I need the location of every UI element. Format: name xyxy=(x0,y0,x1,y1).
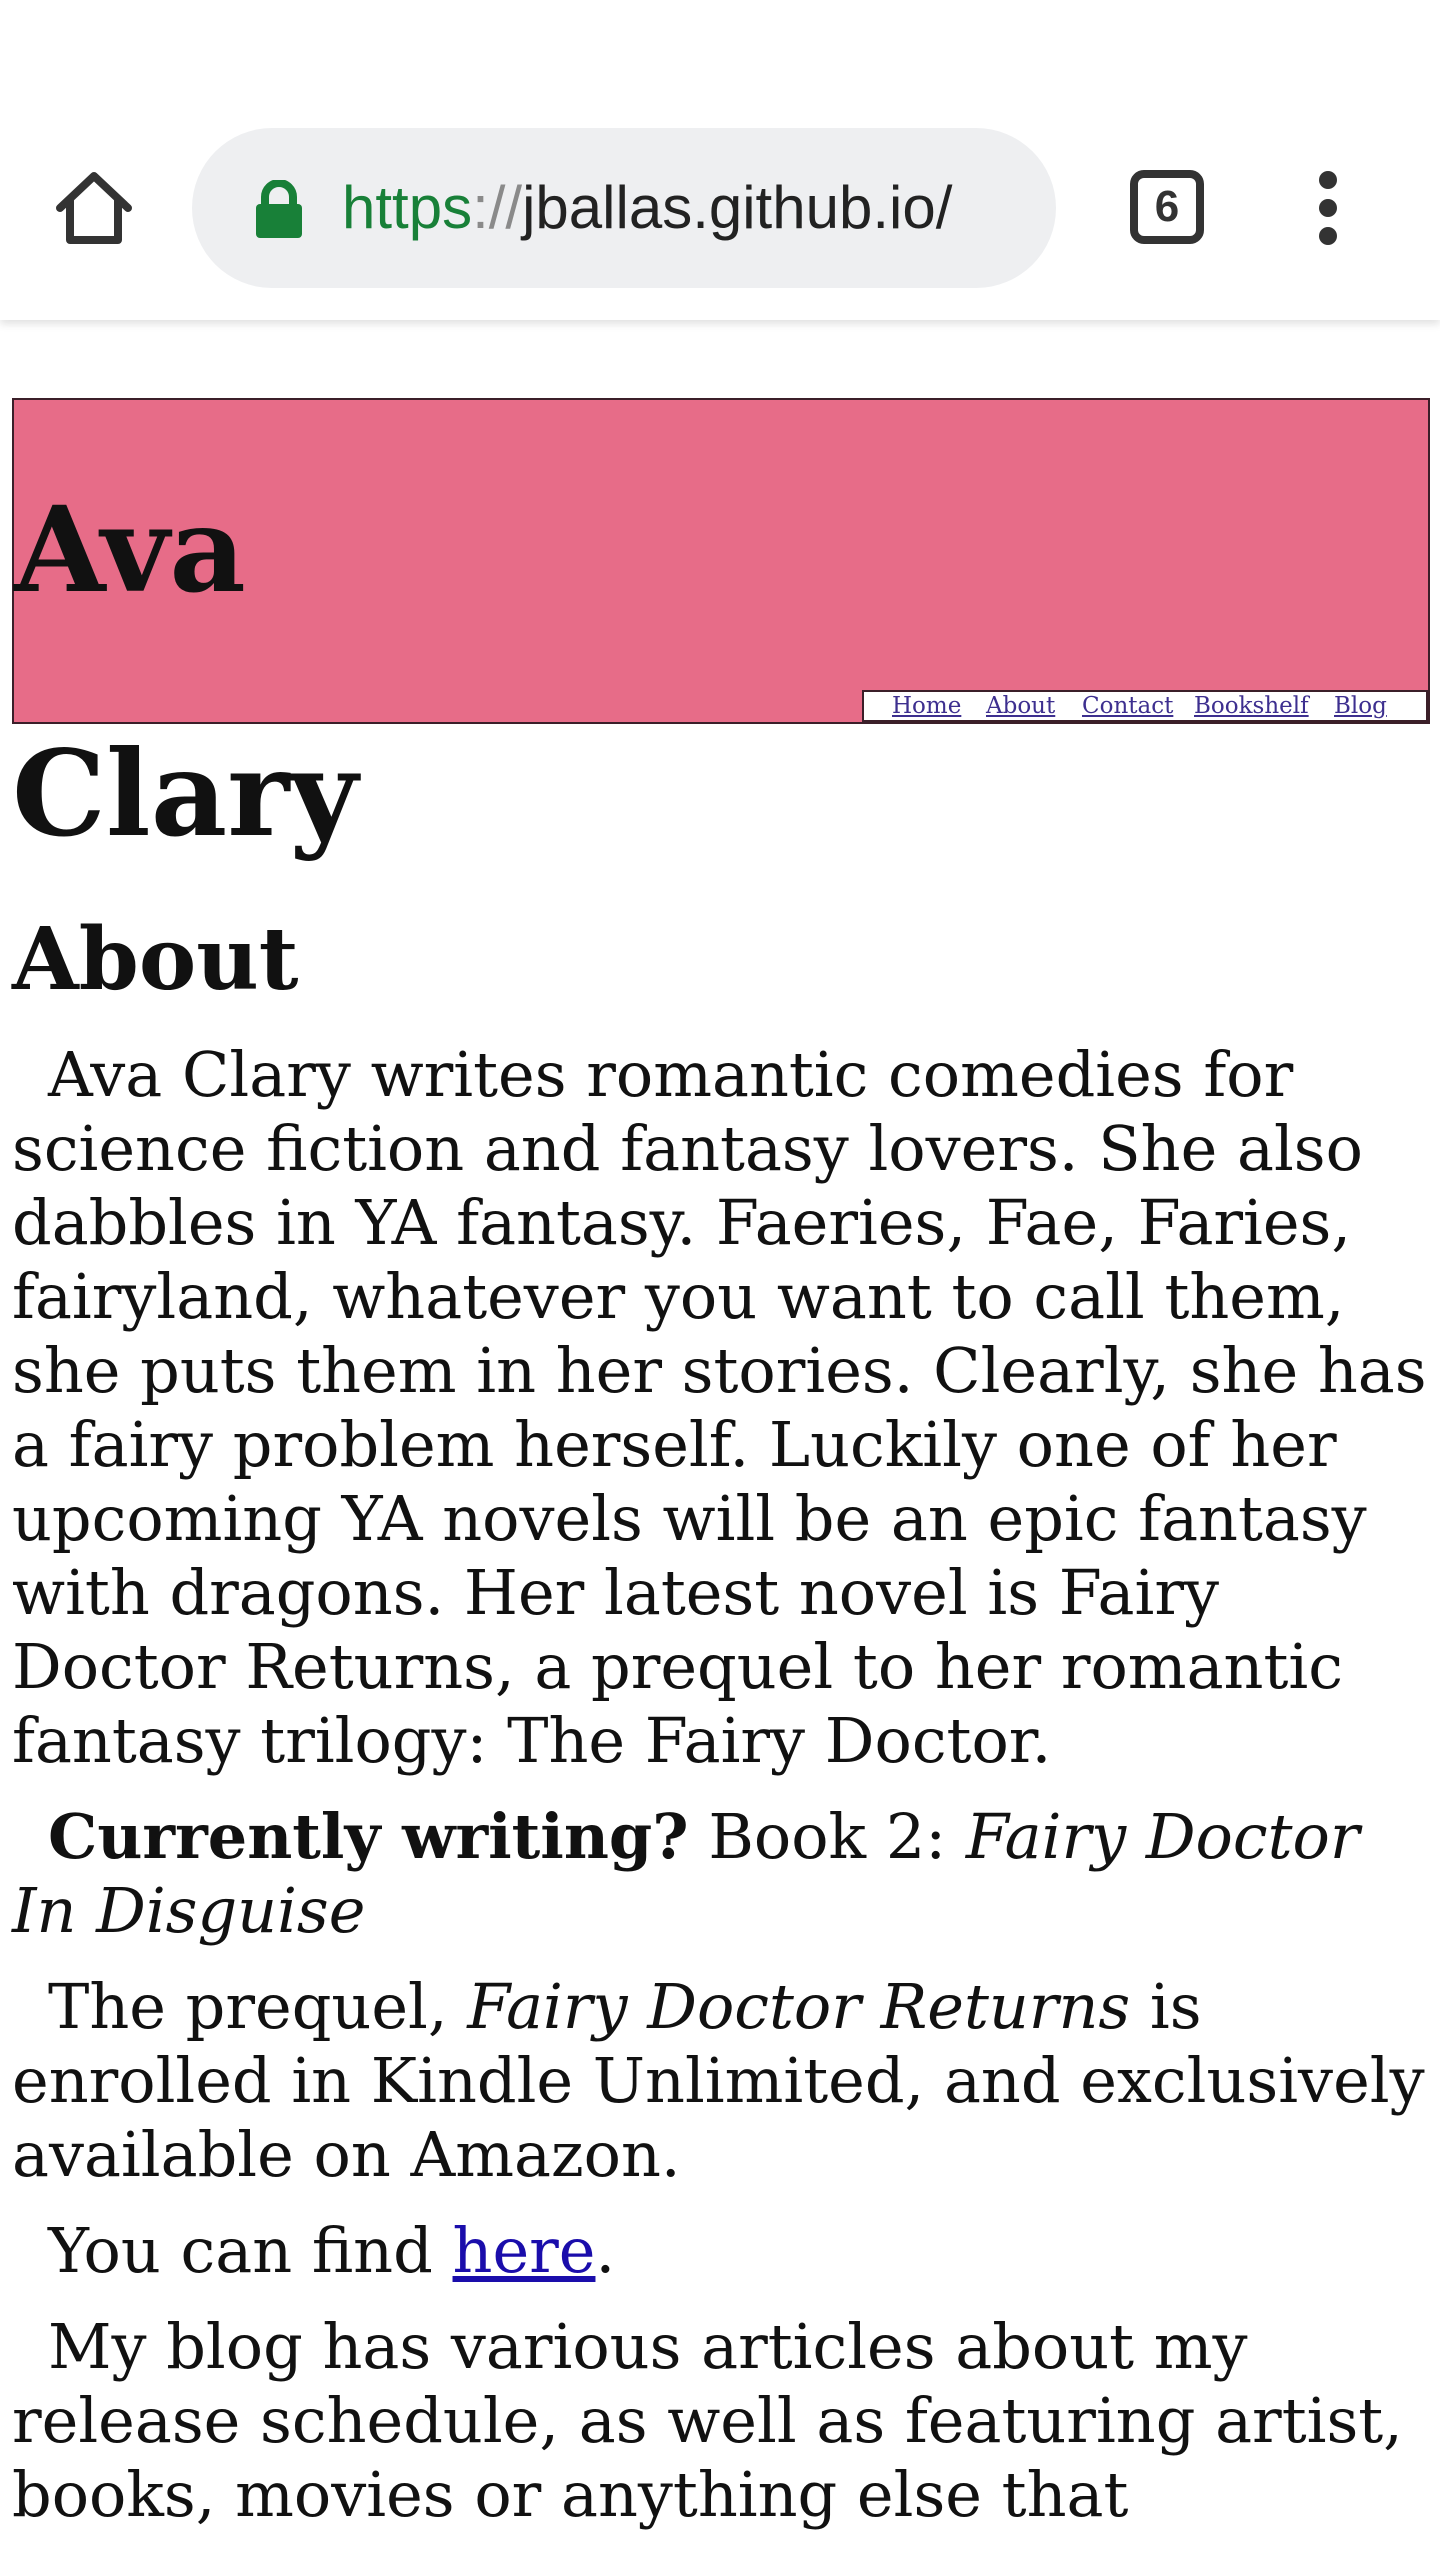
intro-paragraph: Ava Clary writes romantic comedies for s… xyxy=(12,1038,1427,1777)
nav-home-link[interactable]: Home xyxy=(892,692,961,720)
url-scheme: https xyxy=(342,174,473,241)
site-header: Ava Home About Contact Bookshelf Blog xyxy=(12,398,1430,724)
main-content: Clary About Ava Clary writes romantic co… xyxy=(12,724,1430,2532)
address-bar[interactable]: https://jballas.github.io/ xyxy=(192,128,1056,288)
site-title-continued: Clary xyxy=(12,724,358,863)
url-separator: :// xyxy=(472,174,523,241)
url-host: jballas.github.io/ xyxy=(522,174,953,241)
nav-bookshelf-link[interactable]: Bookshelf xyxy=(1194,692,1309,720)
currently-writing-label: Currently writing? xyxy=(48,1800,689,1873)
blog-paragraph: My blog has various articles about my re… xyxy=(12,2310,1403,2531)
find-suffix: . xyxy=(595,2214,616,2287)
find-prefix: You can find xyxy=(48,2214,453,2287)
nav-blog-link[interactable]: Blog xyxy=(1334,692,1387,720)
home-icon[interactable] xyxy=(52,166,136,250)
site-nav: Home About Contact Bookshelf Blog xyxy=(862,690,1428,722)
nav-contact-link[interactable]: Contact xyxy=(1082,692,1173,720)
currently-writing-paragraph: Currently writing? Book 2: Fairy Doctor … xyxy=(12,1800,1430,1948)
url-text[interactable]: https://jballas.github.io/ xyxy=(342,168,1042,248)
here-link[interactable]: here xyxy=(453,2214,596,2287)
find-paragraph: You can find here. xyxy=(12,2214,1430,2288)
site-title: Ava xyxy=(14,480,246,619)
prequel-paragraph: The prequel, Fairy Doctor Returns is enr… xyxy=(12,1970,1430,2192)
lock-icon xyxy=(252,179,306,240)
about-heading: About xyxy=(12,909,299,1010)
prequel-book-title: Fairy Doctor Returns xyxy=(467,1970,1131,2043)
more-vert-icon[interactable] xyxy=(1300,170,1356,246)
nav-about-link[interactable]: About xyxy=(986,692,1055,720)
currently-writing-prefix: Book 2: xyxy=(688,1800,966,1873)
prequel-prefix: The prequel, xyxy=(48,1970,468,2043)
tabs-icon[interactable]: 6 xyxy=(1130,170,1204,244)
browser-toolbar: https://jballas.github.io/ 6 xyxy=(0,0,1440,320)
tab-count: 6 xyxy=(1154,182,1180,231)
